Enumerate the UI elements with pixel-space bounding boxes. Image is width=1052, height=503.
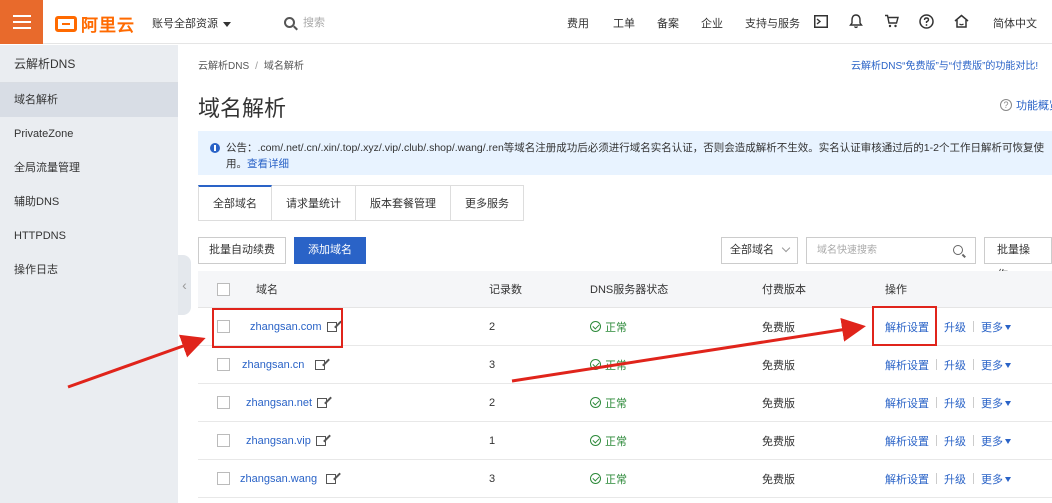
annotation-arrows (67, 317, 866, 389)
arrow-to-domain (67, 334, 206, 389)
arrow-to-settings (511, 317, 866, 383)
